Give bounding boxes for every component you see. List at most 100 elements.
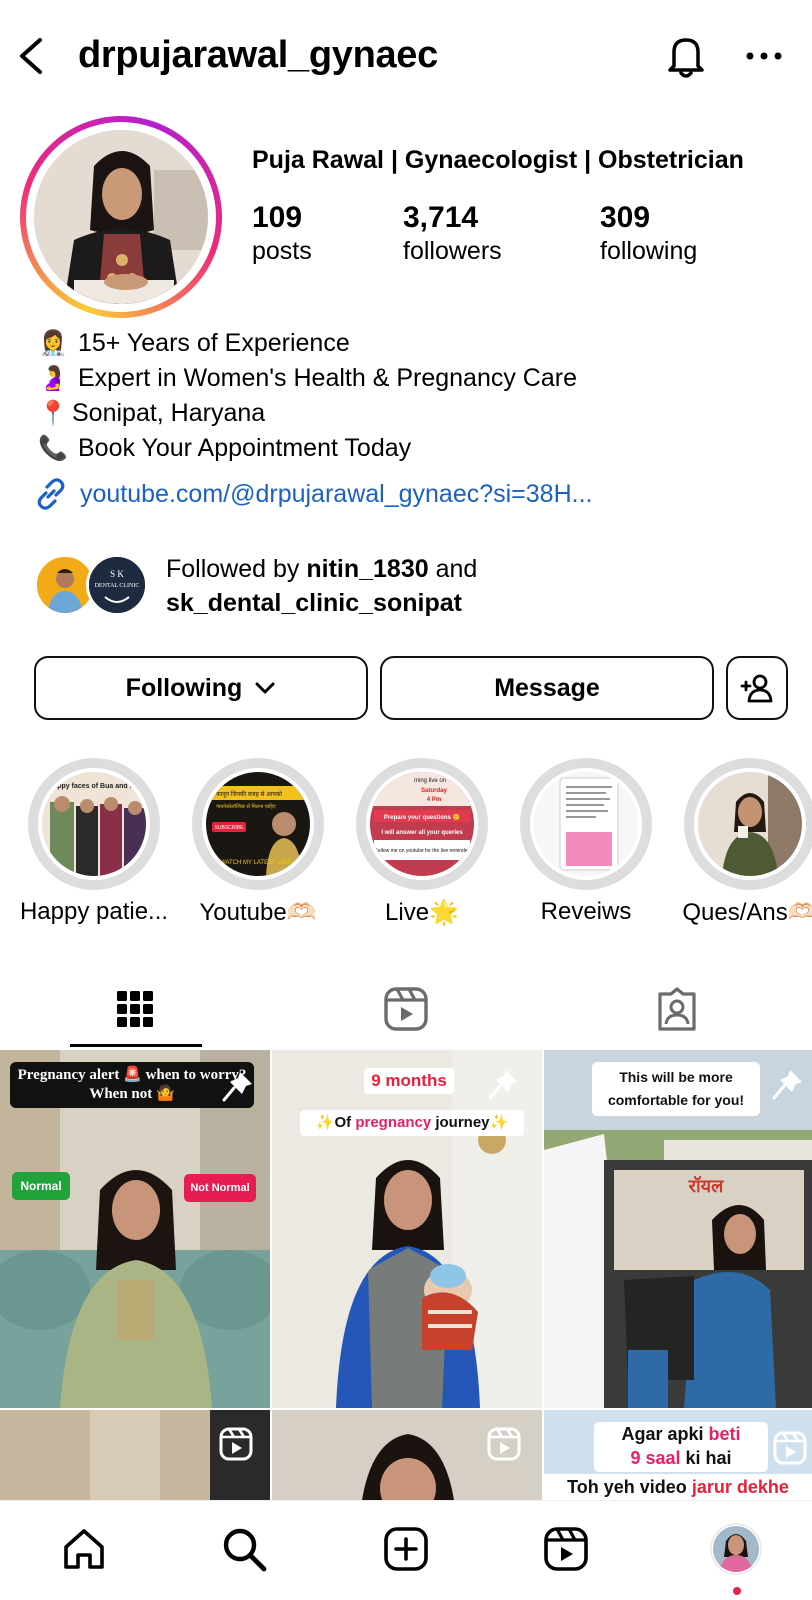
highlight-caption: ज कानून जिनकी वजह से आपको (210, 790, 282, 798)
highlight-caption: appy faces of Bua and D (53, 783, 134, 790)
phone-emoji: 📞 (38, 435, 68, 462)
background-sign: रॉयल (688, 1176, 724, 1196)
nav-profile[interactable] (710, 1523, 762, 1575)
profile-bio: 👩‍⚕️ 15+ Years of Experience 🤰 Expert in… (34, 326, 794, 466)
tab-grid[interactable] (0, 968, 270, 1050)
grid-icon (117, 991, 153, 1027)
highlight-cover: appy faces of Bua and D (38, 768, 150, 880)
nav-home[interactable] (58, 1523, 110, 1575)
link-text[interactable]: youtube.com/@drpujarawal_gynaec?si=38H..… (80, 480, 592, 509)
pin-icon (488, 1070, 518, 1100)
profile-tabs (0, 968, 812, 1050)
post-tile[interactable]: Pregnancy alert 🚨 when to worry? When no… (0, 1050, 270, 1408)
followed-by-text: Followed by nitin_1830 and sk_dental_cli… (166, 552, 477, 620)
reel-badge-icon (487, 1427, 521, 1461)
post-tile[interactable]: Agar apki beti 9 saal ki hai Toh yeh vid… (544, 1410, 812, 1500)
highlight-caption: Saturday (421, 788, 447, 794)
highlight-caption: I will answer all your queries (381, 830, 463, 836)
tagged-icon (658, 987, 696, 1031)
post-tile[interactable]: 9 months ✨Of pregnancy journey✨ (272, 1050, 542, 1408)
add-person-icon (740, 674, 773, 703)
followers-label: followers (403, 237, 502, 265)
bottom-nav (0, 1500, 812, 1600)
story-highlight[interactable]: ming live on Saturday 4 Pm Prepare your … (356, 758, 488, 926)
caption-highlight: jarur dekhe (691, 1477, 789, 1497)
caption-part: ✨Of (315, 1114, 356, 1131)
followed-prefix: Followed by (166, 555, 307, 583)
profile-username: drpujarawal_gynaec (78, 34, 438, 76)
active-tab-indicator (70, 1044, 202, 1047)
tab-tagged[interactable] (542, 968, 812, 1050)
caption-part: Toh yeh video (567, 1477, 692, 1497)
follower-avatar: S K DENTAL CLINIC (86, 554, 148, 616)
highlight-label: Ques/Ans🫶🏻 (682, 899, 812, 926)
highlight-cover: ming live on Saturday 4 Pm Prepare your … (366, 768, 478, 880)
nav-reels[interactable] (540, 1523, 592, 1575)
followed-middle: and (428, 555, 478, 583)
message-label: Message (494, 673, 600, 702)
caption-part: journey✨ (431, 1114, 509, 1131)
post-caption: Pregnancy alert 🚨 when to worry? When no… (10, 1062, 254, 1108)
bell-icon[interactable] (664, 32, 708, 80)
bio-line: 📞 Book Your Appointment Today (34, 431, 794, 466)
highlight-caption: गायनेकोलॉजिस्ट से मिलना चाहिए (216, 803, 276, 810)
bio-text: Expert in Women's Health & Pregnancy Car… (78, 364, 577, 392)
story-highlight[interactable]: Ques/Ans🫶🏻 (682, 758, 812, 926)
bio-text: 15+ Years of Experience (78, 329, 350, 357)
search-icon (223, 1528, 267, 1572)
caption-highlight: beti (708, 1424, 741, 1444)
bio-line: 👩‍⚕️ 15+ Years of Experience (34, 326, 794, 361)
suggest-people-button[interactable] (726, 656, 788, 720)
notification-dot (733, 1587, 741, 1595)
story-ring[interactable] (20, 116, 222, 318)
profile-stats: 109 posts 3,714 followers 309 following (252, 200, 792, 272)
bio-text: Book Your Appointment Today (78, 434, 412, 462)
following-count: 309 (600, 201, 651, 234)
highlight-caption: Prepare your questions 🙂 (384, 813, 460, 821)
post-caption: Toh yeh video jarur dekhe (544, 1474, 812, 1500)
caption-part: Agar apki (621, 1424, 709, 1444)
reels-icon (544, 1527, 588, 1571)
nav-search[interactable] (218, 1523, 270, 1575)
back-icon[interactable] (14, 36, 50, 76)
followed-by[interactable]: S K DENTAL CLINIC Followed by nitin_1830… (34, 548, 794, 620)
highlight-cover: ज कानून जिनकी वजह से आपको गायनेकोलॉजिस्ट… (202, 768, 314, 880)
tab-reels[interactable] (271, 968, 541, 1050)
message-button[interactable]: Message (380, 656, 714, 720)
pin-icon (772, 1070, 802, 1100)
follower-username[interactable]: sk_dental_clinic_sonipat (166, 589, 462, 617)
posts-stat[interactable]: 109 posts (252, 200, 312, 266)
post-caption: 9 months (364, 1068, 454, 1094)
following-label: Following (125, 673, 243, 702)
post-caption: ✨Of pregnancy journey✨ (300, 1110, 524, 1136)
nav-create[interactable] (380, 1523, 432, 1575)
doctor-emoji: 👩‍⚕️ (38, 330, 68, 357)
post-caption: This will be more comfortable for you! (592, 1062, 760, 1116)
post-tile[interactable]: This will be more comfortable for you! र… (544, 1050, 812, 1408)
following-button[interactable]: Following (34, 656, 368, 720)
followers-stat[interactable]: 3,714 followers (403, 200, 502, 266)
story-highlight[interactable]: ज कानून जिनकी वजह से आपको गायनेकोलॉजिस्ट… (192, 758, 324, 926)
link-icon (37, 478, 65, 510)
post-tile[interactable] (0, 1410, 270, 1500)
story-highlight[interactable]: appy faces of Bua and D Happy patie... (20, 758, 168, 925)
more-icon[interactable] (744, 36, 784, 76)
highlight-caption: Follow me on youtube for the live remind… (375, 848, 470, 854)
svg-text:S K: S K (110, 569, 124, 579)
following-stat[interactable]: 309 following (600, 200, 697, 266)
story-highlight[interactable]: Reveiws (520, 758, 652, 925)
post-caption: Agar apki beti 9 saal ki hai (594, 1422, 768, 1472)
follower-username[interactable]: nitin_1830 (306, 555, 428, 583)
highlight-cover (694, 768, 806, 880)
profile-avatar (710, 1523, 762, 1575)
highlight-cover (530, 768, 642, 880)
pin-icon (222, 1072, 252, 1102)
profile-full-name: Puja Rawal | Gynaecologist | Obstetricia… (252, 146, 744, 174)
bio-line: 📍 Sonipat, Haryana (34, 396, 794, 431)
post-tag: Normal (12, 1172, 70, 1200)
highlight-caption: ming live on (414, 778, 446, 784)
posts-count: 109 (252, 201, 303, 234)
post-tile[interactable] (272, 1410, 542, 1500)
profile-link[interactable]: youtube.com/@drpujarawal_gynaec?si=38H..… (34, 474, 592, 514)
following-label: following (600, 237, 698, 265)
